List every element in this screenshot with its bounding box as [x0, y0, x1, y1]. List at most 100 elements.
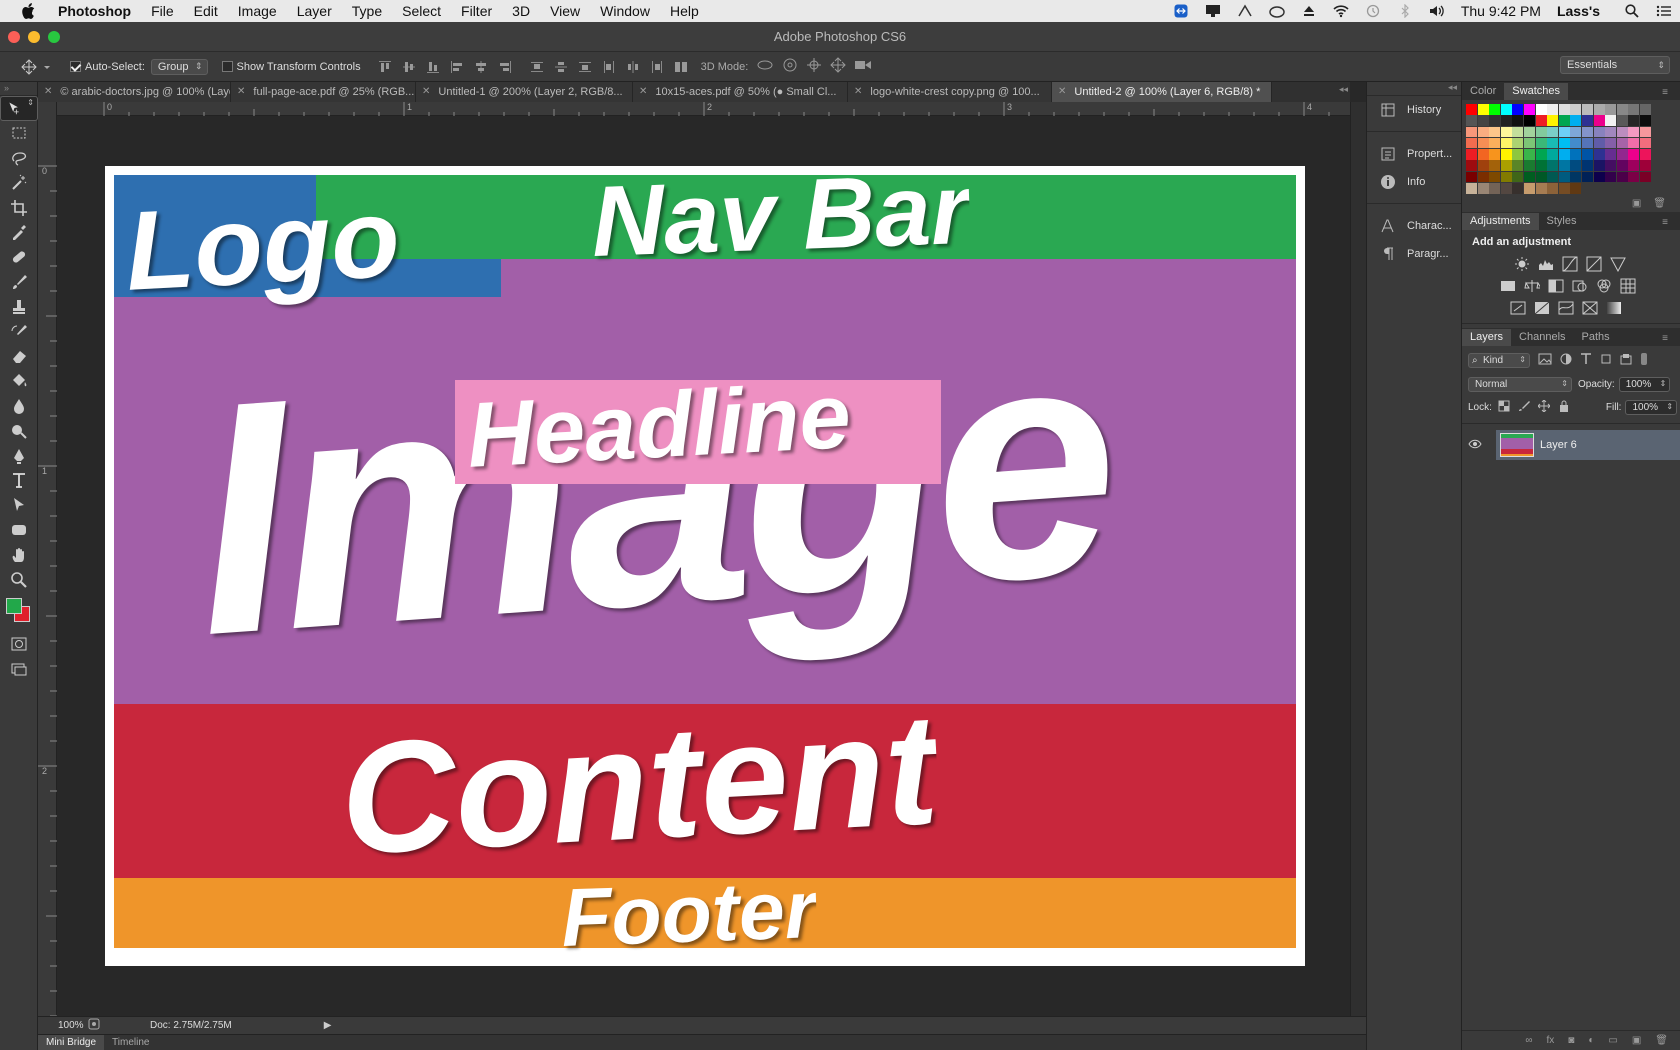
display-icon[interactable]: [1205, 4, 1221, 18]
color-swatch[interactable]: [1605, 115, 1617, 126]
color-swatch[interactable]: [1593, 160, 1605, 171]
tab-10x15-aces[interactable]: ✕ 10x15-aces.pdf @ 50% (● Small Cl...: [633, 82, 848, 102]
color-swatch[interactable]: [1628, 171, 1640, 183]
dock-properties[interactable]: Propert...: [1367, 140, 1461, 168]
path-selection-tool-icon[interactable]: [0, 493, 38, 518]
color-swatch[interactable]: [1593, 104, 1605, 115]
panel-menu-icon[interactable]: ≡: [1654, 84, 1676, 101]
zoom-level[interactable]: 100%: [38, 1020, 88, 1031]
new-group-icon[interactable]: ▭: [1608, 1035, 1617, 1046]
color-swatch[interactable]: [1535, 104, 1547, 115]
add-mask-icon[interactable]: ◙: [1568, 1035, 1574, 1046]
spotlight-search-icon[interactable]: [1624, 4, 1640, 18]
close-tab-icon[interactable]: ✕: [44, 82, 52, 102]
menu-view[interactable]: View: [540, 0, 590, 22]
auto-align-icon[interactable]: [673, 59, 689, 75]
color-swatch[interactable]: [1593, 171, 1605, 183]
type-tool-icon[interactable]: [0, 468, 38, 493]
color-swatch[interactable]: [1523, 149, 1535, 160]
tab-full-page-ace[interactable]: ✕ full-page-ace.pdf @ 25% (RGB...: [231, 82, 416, 102]
color-swatches[interactable]: [0, 592, 37, 632]
screen-mode-icon[interactable]: [0, 657, 38, 682]
color-swatch[interactable]: [1605, 104, 1617, 115]
lock-transparency-icon[interactable]: [1498, 400, 1510, 415]
color-swatch[interactable]: [1489, 160, 1501, 171]
menu-help[interactable]: Help: [660, 0, 709, 22]
panel-menu-icon[interactable]: ≡: [1654, 330, 1676, 347]
menubar-clock[interactable]: Thu 9:42 PM: [1461, 3, 1541, 19]
tab-mini-bridge[interactable]: Mini Bridge: [38, 1034, 105, 1050]
volume-icon[interactable]: [1429, 4, 1445, 18]
distribute-left-icon[interactable]: [601, 59, 617, 75]
time-machine-icon[interactable]: [1365, 4, 1381, 18]
color-swatch[interactable]: [1477, 171, 1489, 183]
distribute-right-icon[interactable]: [649, 59, 665, 75]
tab-channels[interactable]: Channels: [1511, 329, 1573, 346]
color-swatch[interactable]: [1616, 115, 1628, 126]
marquee-tool-icon[interactable]: [0, 121, 38, 146]
color-swatch[interactable]: [1581, 171, 1593, 183]
color-swatch[interactable]: [1570, 160, 1582, 171]
align-bottom-icon[interactable]: [425, 59, 441, 75]
align-vcenter-icon[interactable]: [401, 59, 417, 75]
color-swatch[interactable]: [1477, 104, 1489, 115]
color-swatch[interactable]: [1500, 126, 1512, 138]
color-swatch[interactable]: [1628, 160, 1640, 171]
menu-3d[interactable]: 3D: [502, 0, 540, 22]
brush-tool-icon[interactable]: [0, 270, 38, 295]
color-swatch[interactable]: [1639, 160, 1651, 171]
lock-position-icon[interactable]: [1537, 399, 1551, 415]
align-top-icon[interactable]: [377, 59, 393, 75]
vibrance-icon[interactable]: [1500, 278, 1516, 294]
color-swatch[interactable]: [1535, 126, 1547, 138]
creative-cloud-icon[interactable]: [1269, 4, 1285, 18]
color-swatch[interactable]: [1512, 171, 1524, 183]
tab-swatches[interactable]: Swatches: [1504, 83, 1568, 100]
menubar-user[interactable]: Lass's: [1557, 3, 1600, 19]
menu-select[interactable]: Select: [392, 0, 451, 22]
transform-controls-check[interactable]: [221, 61, 233, 72]
notification-center-icon[interactable]: [1656, 4, 1672, 18]
color-swatch[interactable]: [1547, 115, 1559, 126]
swatches-grid[interactable]: [1462, 100, 1680, 194]
wifi-icon[interactable]: [1333, 4, 1349, 18]
distribute-top-icon[interactable]: [529, 59, 545, 75]
close-tab-icon[interactable]: ✕: [237, 82, 245, 102]
color-swatch[interactable]: [1581, 104, 1593, 115]
color-swatch[interactable]: [1512, 160, 1524, 171]
close-tab-icon[interactable]: ✕: [422, 82, 430, 102]
filter-adjustment-icon[interactable]: [1560, 353, 1572, 368]
fill-input[interactable]: 100%: [1625, 400, 1678, 416]
align-hcenter-icon[interactable]: [473, 59, 489, 75]
color-swatch[interactable]: [1477, 183, 1489, 194]
zoom-window-button[interactable]: [48, 31, 60, 43]
close-tab-icon[interactable]: ✕: [639, 82, 647, 102]
color-swatch[interactable]: [1489, 115, 1501, 126]
tab-arabic-doctors[interactable]: ✕ © arabic-doctors.jpg @ 100% (Laye...: [38, 82, 231, 102]
color-swatch[interactable]: [1535, 115, 1547, 126]
filter-shape-icon[interactable]: [1600, 353, 1612, 368]
gradient-triangle-icon[interactable]: [1610, 256, 1626, 273]
menu-window[interactable]: Window: [590, 0, 660, 22]
color-swatch[interactable]: [1500, 183, 1512, 194]
tab-untitled-1[interactable]: ✕ Untitled-1 @ 200% (Layer 2, RGB/8...: [416, 82, 633, 102]
color-swatch[interactable]: [1489, 171, 1501, 183]
color-swatch[interactable]: [1593, 137, 1605, 149]
shape-tool-icon[interactable]: [0, 518, 38, 543]
color-swatch[interactable]: [1477, 115, 1489, 126]
color-swatch[interactable]: [1547, 104, 1559, 115]
filter-type-icon[interactable]: [1580, 353, 1592, 368]
eraser-tool-icon[interactable]: [0, 344, 38, 369]
canvas-area[interactable]: Image Headline Logo Nav Bar Content Foot…: [57, 116, 1350, 1016]
dock-character[interactable]: Charac...: [1367, 212, 1461, 240]
link-layers-icon[interactable]: ∞: [1525, 1035, 1532, 1046]
color-swatch[interactable]: [1466, 160, 1477, 171]
delete-swatch-icon[interactable]: 🗑: [1653, 198, 1666, 209]
menu-layer[interactable]: Layer: [287, 0, 342, 22]
color-swatch[interactable]: [1628, 104, 1640, 115]
curves-icon[interactable]: [1562, 256, 1578, 272]
zoom-tool-icon[interactable]: [0, 567, 38, 592]
color-swatch[interactable]: [1512, 104, 1524, 115]
color-swatch[interactable]: [1523, 126, 1535, 138]
channel-mixer-icon[interactable]: [1596, 278, 1612, 294]
